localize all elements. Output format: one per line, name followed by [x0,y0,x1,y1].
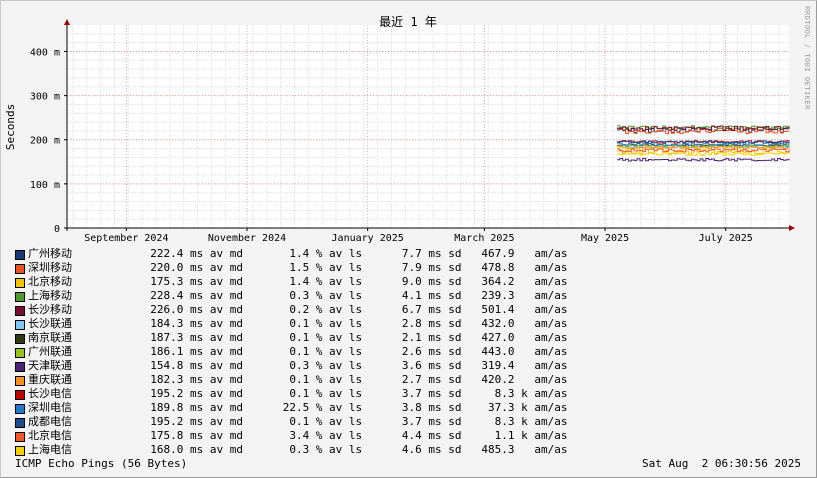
chart-title: 最近 1 年 [379,15,437,29]
y-tick-label: 300 m [30,92,60,103]
footer-timestamp: Sat Aug 2 06:30:56 2025 [642,457,801,470]
footer-caption: ICMP Echo Pings (56 Bytes) [15,457,188,470]
x-tick-label: November 2024 [208,233,286,244]
x-axis-arrow-icon [789,225,795,231]
y-axis-label: Seconds [4,104,17,150]
x-tick-label: March 2025 [454,233,514,244]
y-tick-label: 0 [54,224,60,235]
x-tick-label: September 2024 [84,233,168,244]
y-tick-label: 400 m [30,47,60,58]
latency-chart: September 2024 November 2024 January 2025 M… [4,6,811,244]
y-axis-arrow-icon [64,19,70,25]
y-tick-label: 200 m [30,136,60,147]
plot-area [67,25,789,228]
y-tick-label: 100 m [30,180,60,191]
x-tick-label: May 2025 [581,233,629,244]
x-tick-label: July 2025 [699,233,753,244]
x-tick-label: January 2025 [332,233,404,244]
rrdtool-watermark: RRDTOOL / TOBI OETIKER [803,6,811,110]
